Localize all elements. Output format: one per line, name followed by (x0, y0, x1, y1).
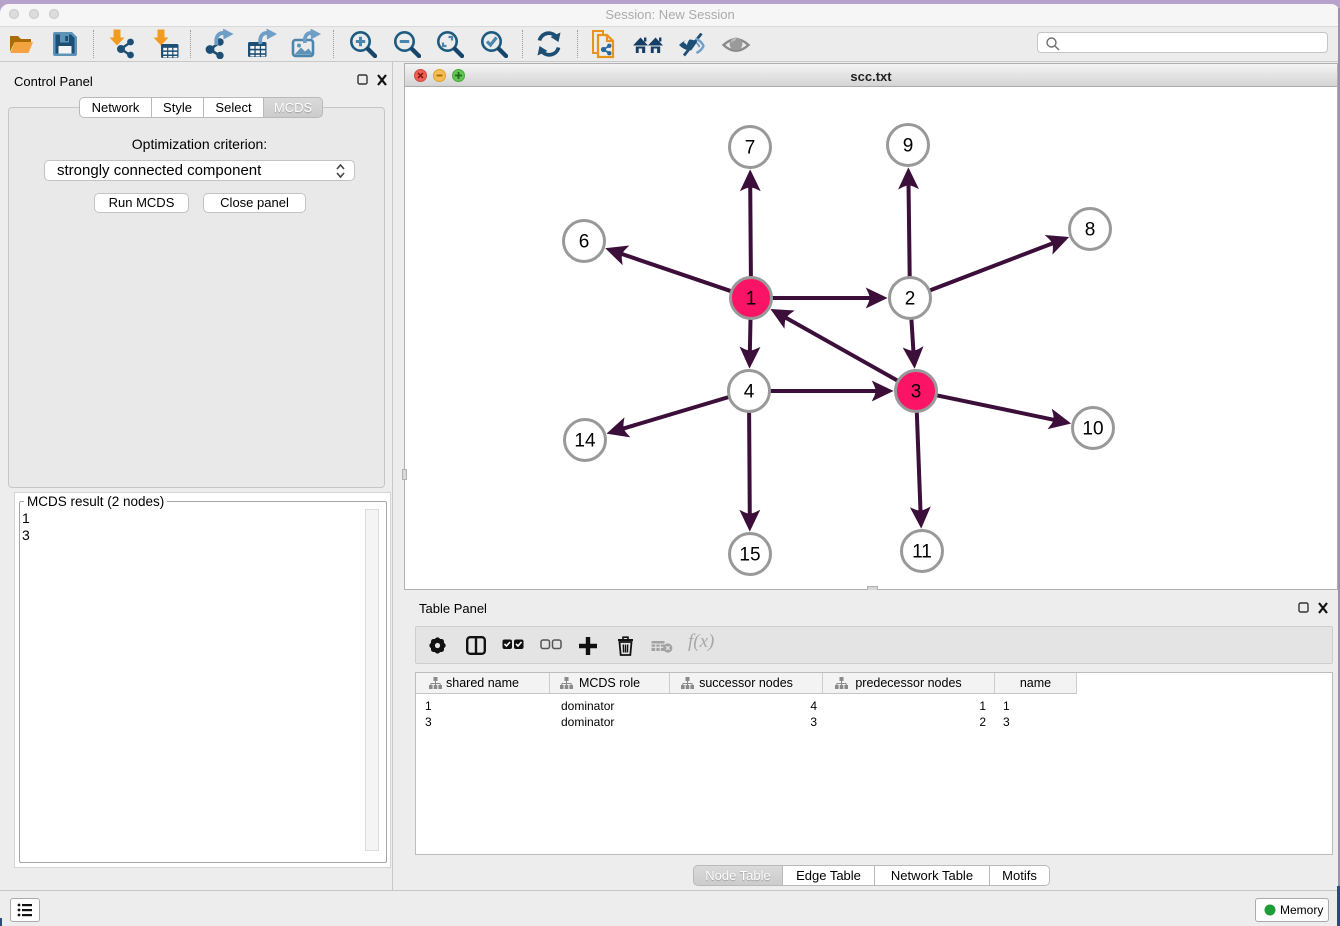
svg-text:15: 15 (739, 545, 760, 566)
svg-text:11: 11 (912, 542, 932, 563)
svg-text:Memory: Memory (1280, 903, 1323, 917)
svg-text:1: 1 (746, 289, 757, 310)
svg-text:14: 14 (574, 431, 596, 452)
svg-text:3: 3 (911, 382, 922, 403)
svg-text:4: 4 (744, 382, 755, 403)
svg-text:6: 6 (579, 232, 590, 253)
svg-text:8: 8 (1085, 220, 1096, 241)
svg-text:9: 9 (903, 136, 914, 157)
svg-text:10: 10 (1082, 419, 1103, 440)
svg-text:7: 7 (745, 138, 756, 159)
svg-text:2: 2 (905, 289, 916, 310)
